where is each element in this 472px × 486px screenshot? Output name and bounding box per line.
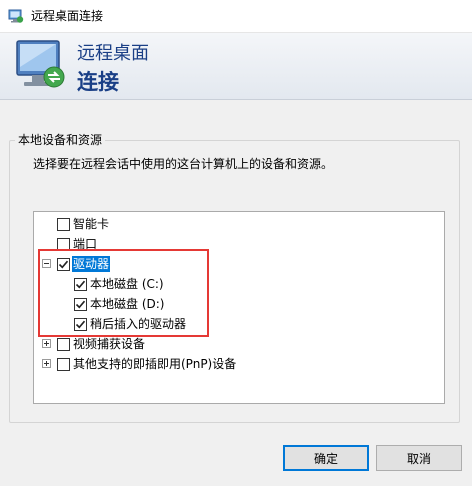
title-bar[interactable]: 远程桌面连接	[0, 0, 472, 33]
tree-item[interactable]: 端口	[34, 234, 444, 254]
header-title-line1: 远程桌面	[77, 43, 149, 64]
device-tree[interactable]: 智能卡端口驱动器本地磁盘 (C:) 本地磁盘 (D:) 稍后插入的驱动器视频捕获设备…	[33, 211, 445, 404]
checkbox[interactable]	[57, 258, 70, 271]
checkbox[interactable]	[57, 238, 70, 251]
remote-desktop-app-icon	[8, 9, 24, 23]
checkbox[interactable]	[57, 218, 70, 231]
tree-item[interactable]: 驱动器	[34, 254, 444, 274]
group-instruction: 选择要在远程会话中使用的这台计算机上的设备和资源。	[33, 157, 334, 171]
window-title: 远程桌面连接	[31, 9, 104, 23]
expand-icon[interactable]	[42, 359, 51, 368]
tree-subitem[interactable]: 本地磁盘 (C:)	[34, 274, 444, 294]
ok-button[interactable]: 确定	[283, 445, 369, 471]
tree-item-label: 稍后插入的驱动器	[90, 317, 187, 331]
tree-item-label: 本地磁盘 (D:)	[90, 297, 165, 311]
tree-item-label: 本地磁盘 (C:)	[90, 277, 164, 291]
tree-item[interactable]: 视频捕获设备	[34, 334, 444, 354]
remote-monitor-icon	[16, 40, 65, 88]
tree-subitem[interactable]: 本地磁盘 (D:)	[34, 294, 444, 314]
tree-subitem[interactable]: 稍后插入的驱动器	[34, 314, 444, 334]
expand-icon[interactable]	[42, 339, 51, 348]
header-banner: 远程桌面 连接	[0, 33, 472, 100]
collapse-icon[interactable]	[42, 259, 51, 268]
cancel-button[interactable]: 取消	[376, 445, 462, 471]
checkbox[interactable]	[74, 278, 87, 291]
tree-item-label: 视频捕获设备	[73, 337, 146, 351]
checkbox[interactable]	[57, 358, 70, 371]
tree-item[interactable]: 其他支持的即插即用(PnP)设备	[34, 354, 444, 374]
checkbox[interactable]	[57, 338, 70, 351]
tree-item-label: 智能卡	[73, 217, 110, 231]
tree-item-label: 其他支持的即插即用(PnP)设备	[73, 357, 237, 371]
tree-item-label: 端口	[73, 237, 98, 251]
group-legend: 本地设备和资源	[15, 132, 106, 148]
tree-item-label: 驱动器	[72, 256, 111, 272]
checkbox[interactable]	[74, 318, 87, 331]
header-title-line2: 连接	[77, 70, 119, 94]
checkbox[interactable]	[74, 298, 87, 311]
tree-item[interactable]: 智能卡	[34, 214, 444, 234]
